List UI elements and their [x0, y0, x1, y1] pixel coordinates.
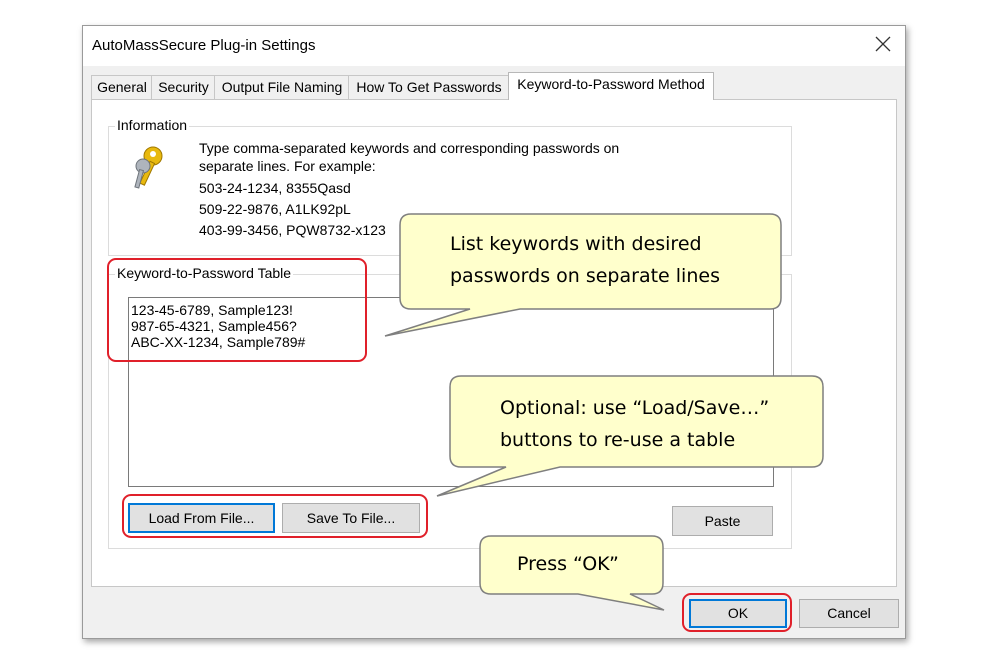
callout-list-text: List keywords with desired passwords on …	[450, 228, 720, 292]
tab-keyword-to-password-method[interactable]: Keyword-to-Password Method	[508, 72, 714, 100]
callout-line: buttons to re-use a table	[500, 429, 736, 451]
callout-line: List keywords with desired	[450, 233, 702, 255]
callout-ok-text: Press “OK”	[517, 548, 619, 580]
callout-line: Optional: use “Load/Save…”	[500, 397, 770, 419]
callout-line: passwords on separate lines	[450, 265, 720, 287]
callout-line: Press “OK”	[517, 553, 619, 575]
callout-layer	[384, 213, 824, 611]
callout-optional-text: Optional: use “Load/Save…” buttons to re…	[500, 392, 769, 456]
